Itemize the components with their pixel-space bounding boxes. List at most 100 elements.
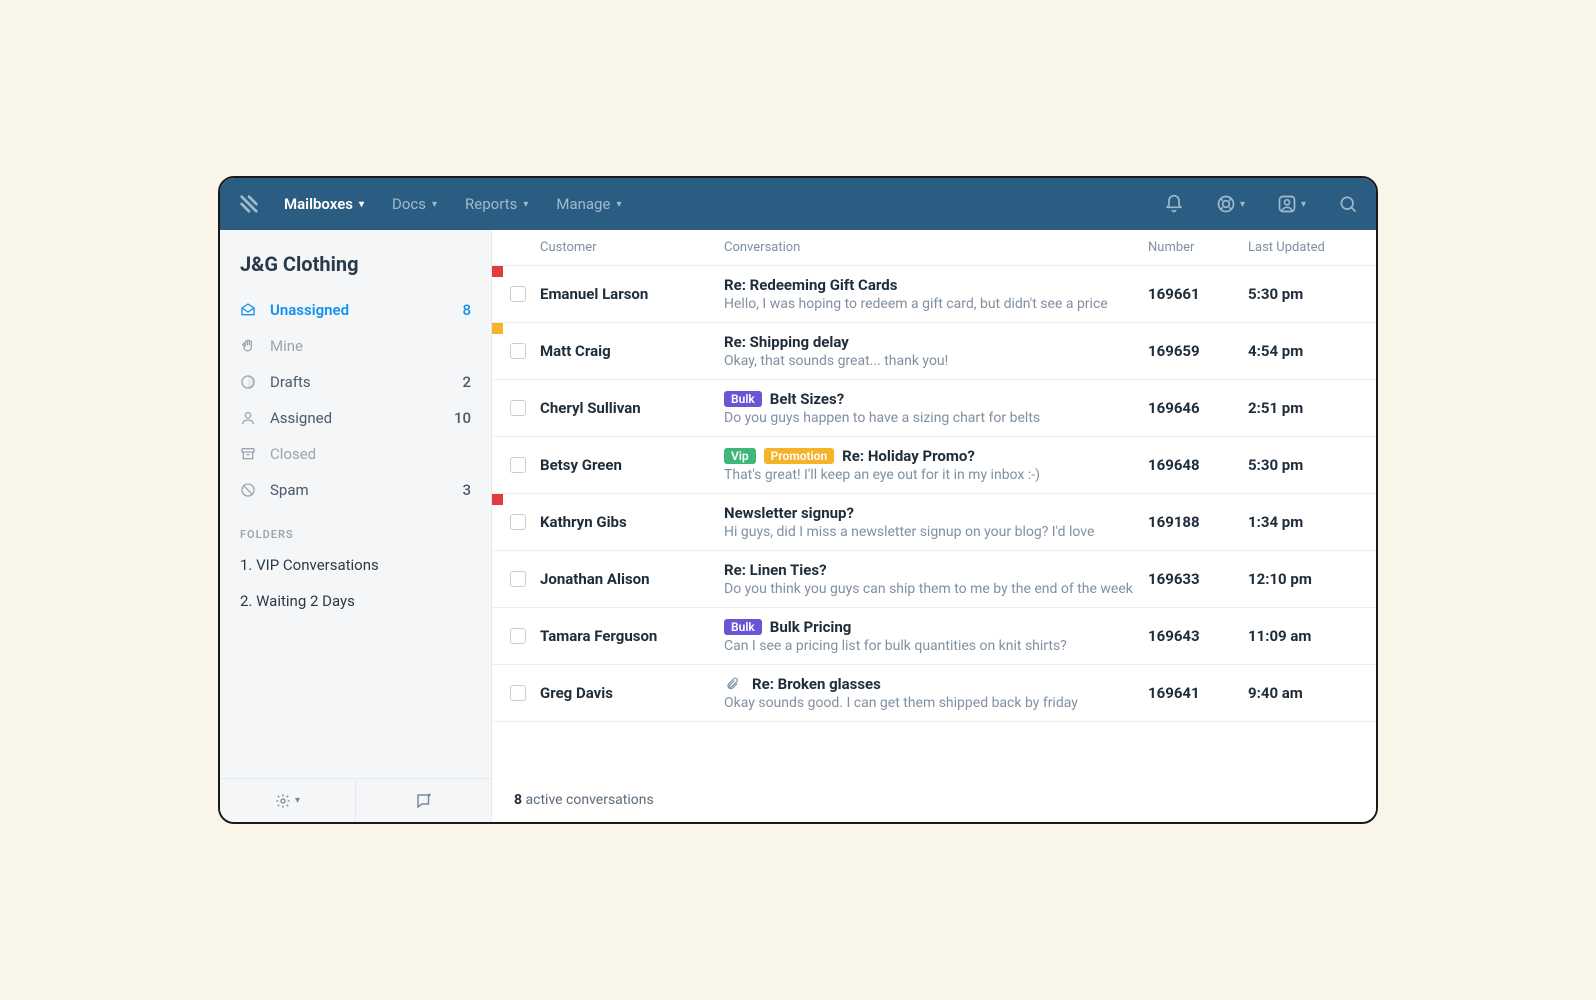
folder-mine[interactable]: Mine [220, 328, 491, 364]
chevron-down-icon: ▾ [295, 795, 300, 806]
custom-folder[interactable]: 2. Waiting 2 Days [220, 583, 491, 619]
folder-assigned[interactable]: Assigned10 [220, 400, 491, 436]
preview: Hi guys, did I miss a newsletter signup … [724, 524, 1138, 540]
footer-text: active conversations [526, 792, 654, 808]
row-checkbox[interactable] [510, 343, 526, 359]
conversation-cell: Re: Shipping delayOkay, that sounds grea… [724, 333, 1148, 369]
folder-label: Unassigned [270, 301, 462, 319]
preview: Do you think you guys can ship them to m… [724, 581, 1138, 597]
chevron-down-icon: ▾ [616, 199, 621, 210]
folders-header: FOLDERS [220, 508, 491, 547]
customer-name: Kathryn Gibs [540, 513, 724, 531]
topbar-menu: Mailboxes▾Docs▾Reports▾Manage▾ [284, 195, 621, 213]
last-updated: 12:10 pm [1248, 570, 1354, 588]
attachment-icon [724, 677, 740, 691]
tag-bulk: Bulk [724, 391, 762, 407]
subject: Re: Broken glasses [752, 675, 881, 693]
customer-name: Greg Davis [540, 684, 724, 702]
rows-container: Emanuel LarsonRe: Redeeming Gift Cards He… [492, 266, 1376, 778]
row-checkbox[interactable] [510, 400, 526, 416]
conversation-cell: BulkBelt Sizes?Do you guys happen to hav… [724, 390, 1148, 426]
draft-icon [240, 374, 258, 390]
conversation-list: Customer Conversation Number Last Update… [492, 230, 1376, 822]
topbar-menu-label: Docs [392, 195, 426, 213]
custom-folders: 1. VIP Conversations2. Waiting 2 Days [220, 547, 491, 619]
folder-count: 3 [462, 481, 471, 499]
folder-label: Assigned [270, 409, 454, 427]
topbar: Mailboxes▾Docs▾Reports▾Manage▾ ▾ ▾ [220, 178, 1376, 230]
tag-promo: Promotion [764, 448, 835, 464]
col-conversation-header[interactable]: Conversation [724, 240, 1148, 255]
topbar-menu-label: Reports [465, 195, 517, 213]
subject: Re: Holiday Promo? [842, 447, 975, 465]
list-header: Customer Conversation Number Last Update… [492, 230, 1376, 266]
last-updated: 5:30 pm [1248, 285, 1354, 303]
preview: That's great! I'll keep an eye out for i… [724, 467, 1138, 483]
topbar-menu-mailboxes[interactable]: Mailboxes▾ [284, 195, 364, 213]
folder-count: 2 [462, 373, 471, 391]
folder-closed[interactable]: Closed [220, 436, 491, 472]
folder-spam[interactable]: Spam3 [220, 472, 491, 508]
customer-name: Emanuel Larson [540, 285, 724, 303]
mailbox-title: J&G Clothing [220, 230, 491, 292]
topbar-right-icons: ▾ ▾ [1164, 194, 1358, 214]
folder-label: Closed [270, 445, 471, 463]
preview: Okay, that sounds great... thank you! [724, 353, 1138, 369]
conversation-row[interactable]: Emanuel LarsonRe: Redeeming Gift Cards He… [492, 266, 1376, 323]
conversation-row[interactable]: Tamara FergusonBulkBulk PricingCan I see… [492, 608, 1376, 665]
folder-unassigned[interactable]: Unassigned8 [220, 292, 491, 328]
row-checkbox[interactable] [510, 514, 526, 530]
folder-label: Drafts [270, 373, 462, 391]
row-checkbox[interactable] [510, 685, 526, 701]
conversation-number: 169633 [1148, 570, 1248, 588]
account-icon[interactable]: ▾ [1277, 194, 1306, 214]
conversation-row[interactable]: Greg Davis Re: Broken glasses Okay sounds … [492, 665, 1376, 722]
conversation-cell: VipPromotionRe: Holiday Promo?That's gre… [724, 447, 1148, 483]
settings-button[interactable]: ▾ [220, 779, 356, 822]
conversation-number: 169188 [1148, 513, 1248, 531]
sidebar-footer: ▾ [220, 778, 491, 822]
conversation-cell: BulkBulk PricingCan I see a pricing list… [724, 618, 1148, 654]
topbar-menu-manage[interactable]: Manage▾ [556, 195, 621, 213]
conversation-row[interactable]: Cheryl SullivanBulkBelt Sizes?Do you guy… [492, 380, 1376, 437]
col-customer-header[interactable]: Customer [540, 240, 724, 255]
topbar-menu-label: Mailboxes [284, 195, 353, 213]
subject: Re: Redeeming Gift Cards [724, 276, 897, 294]
app-window: Mailboxes▾Docs▾Reports▾Manage▾ ▾ ▾ J&G C… [218, 176, 1378, 824]
folder-count: 10 [454, 409, 471, 427]
row-checkbox[interactable] [510, 457, 526, 473]
notifications-icon[interactable] [1164, 194, 1184, 214]
last-updated: 5:30 pm [1248, 456, 1354, 474]
priority-marker-icon [492, 494, 503, 505]
folder-drafts[interactable]: Drafts2 [220, 364, 491, 400]
last-updated: 9:40 am [1248, 684, 1354, 702]
row-checkbox[interactable] [510, 628, 526, 644]
topbar-menu-reports[interactable]: Reports▾ [465, 195, 528, 213]
customer-name: Matt Craig [540, 342, 724, 360]
row-checkbox[interactable] [510, 286, 526, 302]
col-number-header[interactable]: Number [1148, 240, 1248, 255]
conversation-row[interactable]: Matt CraigRe: Shipping delayOkay, that s… [492, 323, 1376, 380]
preview: Do you guys happen to have a sizing char… [724, 410, 1138, 426]
app-logo-icon[interactable] [238, 193, 260, 215]
conversation-row[interactable]: Kathryn GibsNewsletter signup?Hi guys, d… [492, 494, 1376, 551]
conversation-number: 169659 [1148, 342, 1248, 360]
conversation-row[interactable]: Jonathan AlisonRe: Linen Ties?Do you thi… [492, 551, 1376, 608]
preview: Hello, I was hoping to redeem a gift car… [724, 296, 1138, 312]
conversation-row[interactable]: Betsy GreenVipPromotionRe: Holiday Promo… [492, 437, 1376, 494]
new-conversation-button[interactable] [356, 779, 491, 822]
custom-folder[interactable]: 1. VIP Conversations [220, 547, 491, 583]
col-updated-header[interactable]: Last Updated [1248, 240, 1354, 255]
topbar-menu-docs[interactable]: Docs▾ [392, 195, 437, 213]
priority-marker-icon [492, 323, 503, 334]
last-updated: 4:54 pm [1248, 342, 1354, 360]
search-icon[interactable] [1338, 194, 1358, 214]
conversation-number: 169648 [1148, 456, 1248, 474]
preview: Okay sounds good. I can get them shipped… [724, 695, 1138, 711]
conversation-number: 169643 [1148, 627, 1248, 645]
conversation-number: 169646 [1148, 399, 1248, 417]
footer-line: 8 active conversations [492, 778, 1376, 822]
help-icon[interactable]: ▾ [1216, 194, 1245, 214]
priority-marker-icon [492, 266, 503, 277]
row-checkbox[interactable] [510, 571, 526, 587]
